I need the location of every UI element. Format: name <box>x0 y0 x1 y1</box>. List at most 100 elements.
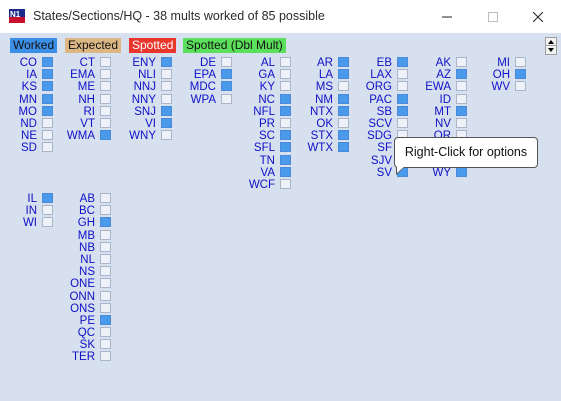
mult-item[interactable]: SD <box>0 142 53 154</box>
mult-item[interactable]: OK <box>289 117 349 130</box>
mult-item[interactable]: EWA <box>407 81 467 93</box>
mult-item[interactable]: ORG <box>348 81 408 93</box>
unworked-indicator[interactable] <box>161 130 172 141</box>
mult-item[interactable]: NM <box>289 93 349 106</box>
mult-item[interactable]: AZ <box>407 69 467 81</box>
mult-item[interactable]: LA <box>289 69 349 81</box>
mult-item[interactable]: MN <box>0 93 53 106</box>
mult-item[interactable]: LAX <box>348 69 408 81</box>
worked-indicator[interactable] <box>456 105 467 116</box>
mult-item[interactable]: TER <box>51 351 111 363</box>
mult-item[interactable]: SB <box>348 105 408 118</box>
unworked-indicator[interactable] <box>100 105 111 116</box>
mult-item[interactable]: DE <box>172 57 232 69</box>
mult-item[interactable]: PAC <box>348 93 408 106</box>
worked-indicator[interactable] <box>100 314 111 325</box>
unworked-indicator[interactable] <box>280 178 291 189</box>
unworked-indicator[interactable] <box>456 117 467 128</box>
mult-item[interactable]: NS <box>51 266 111 278</box>
worked-indicator[interactable] <box>161 117 172 128</box>
mult-item[interactable]: ND <box>0 117 53 130</box>
mult-item[interactable]: GA <box>231 69 291 81</box>
mult-item[interactable]: NTX <box>289 105 349 118</box>
mult-item[interactable]: ONN <box>51 290 111 303</box>
scroll-down-button[interactable] <box>545 45 557 55</box>
worked-indicator[interactable] <box>161 57 172 67</box>
mult-item[interactable]: MO <box>0 105 53 118</box>
unworked-indicator[interactable] <box>100 266 111 277</box>
mult-item[interactable]: MT <box>407 105 467 118</box>
unworked-indicator[interactable] <box>100 302 111 313</box>
mult-item[interactable]: SNJ <box>112 105 172 118</box>
mult-item[interactable]: AK <box>407 57 467 69</box>
worked-indicator[interactable] <box>280 154 291 165</box>
unworked-indicator[interactable] <box>100 69 111 80</box>
mult-item[interactable]: IA <box>0 69 53 81</box>
mult-item[interactable]: WY <box>407 166 467 179</box>
mult-item[interactable]: MI <box>466 57 526 69</box>
unworked-indicator[interactable] <box>161 81 172 92</box>
mult-item[interactable]: SK <box>51 339 111 351</box>
mult-item[interactable]: WCF <box>231 178 291 191</box>
mult-item[interactable]: QC <box>51 327 111 339</box>
unworked-indicator[interactable] <box>100 253 111 264</box>
mult-item[interactable]: GH <box>51 217 111 229</box>
unworked-indicator[interactable] <box>515 57 526 67</box>
mult-item[interactable]: STX <box>289 130 349 142</box>
mult-item[interactable]: ENY <box>112 57 172 69</box>
mult-item[interactable]: WMA <box>51 130 111 142</box>
mult-item[interactable]: VT <box>51 117 111 130</box>
mult-item[interactable]: ONS <box>51 302 111 315</box>
mult-item[interactable]: NL <box>51 253 111 266</box>
mult-item[interactable]: OH <box>466 69 526 81</box>
mult-item[interactable]: NFL <box>231 105 291 118</box>
mult-item[interactable]: KY <box>231 81 291 93</box>
unworked-indicator[interactable] <box>100 205 111 216</box>
mult-item[interactable]: IN <box>0 205 53 217</box>
mult-item[interactable]: SC <box>231 130 291 142</box>
mult-item[interactable]: PE <box>51 314 111 327</box>
worked-indicator[interactable] <box>100 217 111 228</box>
unworked-indicator[interactable] <box>100 351 111 362</box>
mult-item[interactable]: WTX <box>289 142 349 154</box>
unworked-indicator[interactable] <box>100 241 111 252</box>
mult-item[interactable]: IL <box>0 193 53 205</box>
unworked-indicator[interactable] <box>100 290 111 301</box>
mult-item[interactable]: PR <box>231 117 291 130</box>
mult-item[interactable]: EPA <box>172 69 232 81</box>
mult-item[interactable]: VA <box>231 166 291 179</box>
mult-item[interactable]: WV <box>466 81 526 93</box>
mult-item[interactable]: MB <box>51 229 111 242</box>
mult-item[interactable]: VI <box>112 117 172 130</box>
unworked-indicator[interactable] <box>515 81 526 92</box>
mult-item[interactable]: MS <box>289 81 349 93</box>
mult-item[interactable]: WNY <box>112 130 172 142</box>
mult-item[interactable]: RI <box>51 105 111 118</box>
unworked-indicator[interactable] <box>42 142 53 153</box>
close-button[interactable] <box>515 0 561 33</box>
mult-item[interactable]: NLI <box>112 69 172 81</box>
mult-item[interactable]: TN <box>231 154 291 167</box>
unworked-indicator[interactable] <box>100 81 111 92</box>
mult-item[interactable]: BC <box>51 205 111 217</box>
worked-indicator[interactable] <box>456 166 467 177</box>
unworked-indicator[interactable] <box>100 327 111 338</box>
mult-item[interactable]: NV <box>407 117 467 130</box>
worked-indicator[interactable] <box>515 69 526 80</box>
unworked-indicator[interactable] <box>100 278 111 289</box>
mult-item[interactable]: AB <box>51 193 111 205</box>
unworked-indicator[interactable] <box>100 93 111 104</box>
mult-item[interactable]: NB <box>51 241 111 254</box>
mult-item[interactable]: NNY <box>112 93 172 106</box>
mult-item[interactable]: ME <box>51 81 111 93</box>
unworked-indicator[interactable] <box>100 57 111 67</box>
mult-item[interactable]: NC <box>231 93 291 106</box>
mult-item[interactable]: CO <box>0 57 53 69</box>
mult-item[interactable]: EB <box>348 57 408 69</box>
mult-item[interactable]: NH <box>51 93 111 106</box>
mult-item[interactable]: ONE <box>51 278 111 290</box>
mult-item[interactable]: AL <box>231 57 291 69</box>
mult-item[interactable]: NNJ <box>112 81 172 93</box>
mult-item[interactable]: AR <box>289 57 349 69</box>
unworked-indicator[interactable] <box>100 339 111 350</box>
